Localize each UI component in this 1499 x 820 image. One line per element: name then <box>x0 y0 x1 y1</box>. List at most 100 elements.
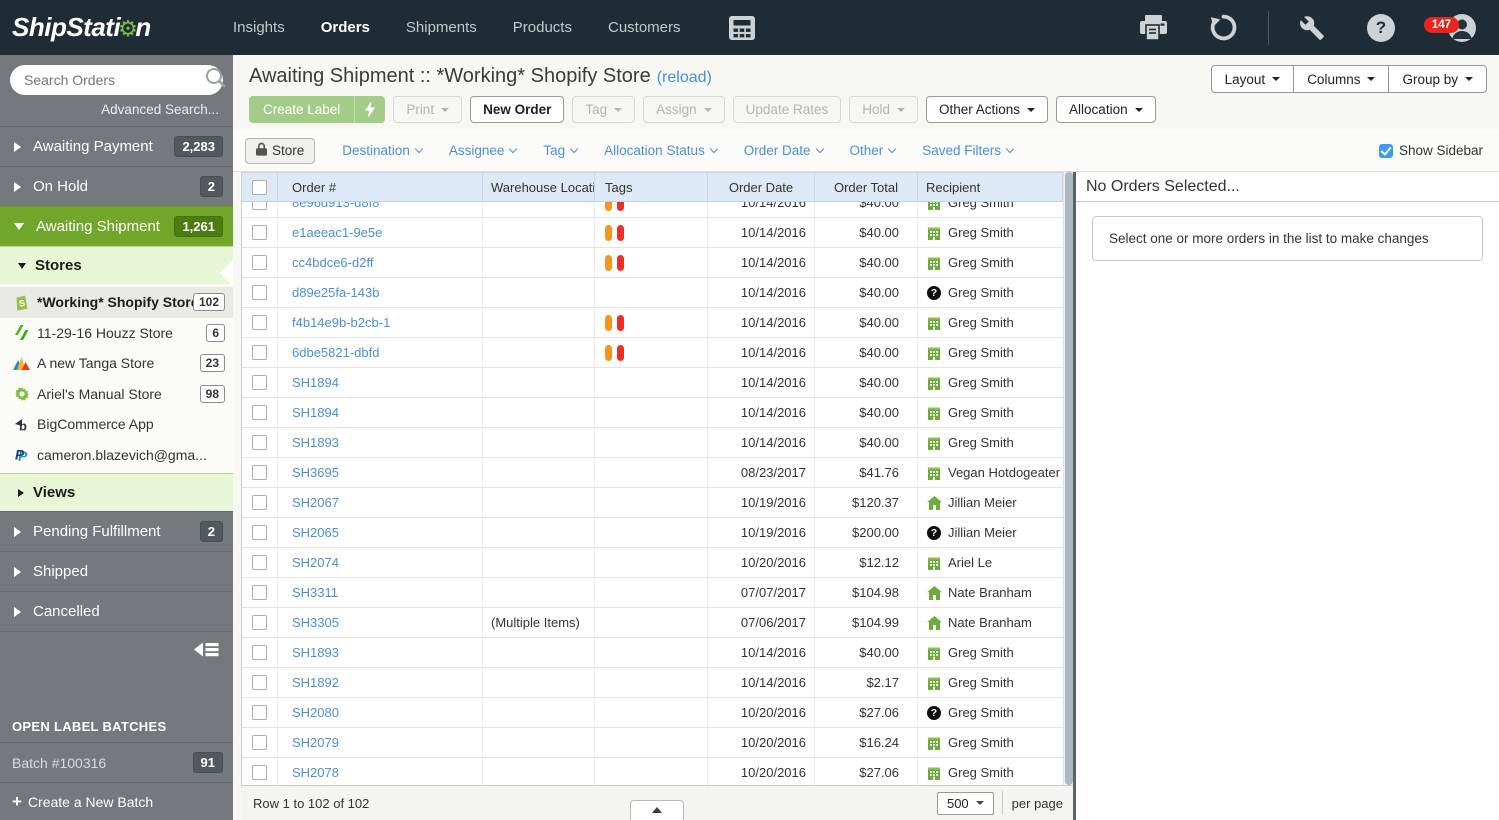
advanced-search-link[interactable]: Advanced Search... <box>0 97 233 126</box>
page-size-select[interactable]: 500 <box>937 792 994 815</box>
row-checkbox[interactable] <box>252 615 267 630</box>
lightning-bolt-icon[interactable] <box>355 96 385 123</box>
nav-item-products[interactable]: Products <box>513 19 572 36</box>
row-checkbox[interactable] <box>252 765 267 780</box>
order-number-link[interactable]: SH3695 <box>292 465 339 480</box>
filter-saved-filters[interactable]: Saved Filters <box>922 143 1013 158</box>
row-checkbox[interactable] <box>252 315 267 330</box>
row-checkbox[interactable] <box>252 585 267 600</box>
order-number-link[interactable]: SH2078 <box>292 765 339 780</box>
order-row[interactable]: SH189210/14/2016$2.17Greg Smith <box>242 668 1063 698</box>
collapse-sidebar-row[interactable] <box>0 631 233 671</box>
search-pill[interactable] <box>10 65 223 95</box>
sidebar-status-shipped[interactable]: Shipped <box>0 551 233 591</box>
store-item-bigcommerce-app[interactable]: bBigCommerce App <box>0 409 233 440</box>
row-checkbox[interactable] <box>252 375 267 390</box>
help-icon[interactable]: ? <box>1367 14 1395 42</box>
order-row[interactable]: cc4bdce6-d2ff10/14/2016$40.00Greg Smith <box>242 248 1063 278</box>
order-row[interactable]: SH207910/20/2016$16.24Greg Smith <box>242 728 1063 758</box>
refresh-icon[interactable] <box>1209 13 1238 42</box>
order-row[interactable]: SH206710/19/2016$120.37Jillian Meier <box>242 488 1063 518</box>
order-number-link[interactable]: SH1894 <box>292 405 339 420</box>
row-checkbox[interactable] <box>252 435 267 450</box>
row-checkbox[interactable] <box>252 202 267 210</box>
order-row[interactable]: SH3305(Multiple Items)07/06/2017$104.99N… <box>242 608 1063 638</box>
row-checkbox[interactable] <box>252 735 267 750</box>
store-item-cameron-blazevich-gma[interactable]: PPcameron.blazevich@gma... <box>0 440 233 471</box>
rate-calculator-icon[interactable] <box>729 16 755 40</box>
store-item-ariel-s-manual-store[interactable]: Ariel's Manual Store98 <box>0 379 233 410</box>
filter-order-date[interactable]: Order Date <box>744 143 823 158</box>
order-row[interactable]: SH189310/14/2016$40.00Greg Smith <box>242 638 1063 668</box>
order-row[interactable]: SH189310/14/2016$40.00Greg Smith <box>242 428 1063 458</box>
column-header-warehouse-location[interactable]: Warehouse Location <box>483 173 595 201</box>
nav-item-insights[interactable]: Insights <box>233 19 285 36</box>
columns-button[interactable]: Columns <box>1293 65 1389 93</box>
row-checkbox[interactable] <box>252 705 267 720</box>
order-number-link[interactable]: SH2080 <box>292 705 339 720</box>
batch-item-batch-100316[interactable]: Batch #10031691 <box>0 742 233 782</box>
column-header-order-total[interactable]: Order Total <box>815 173 918 201</box>
nav-item-orders[interactable]: Orders <box>321 19 370 36</box>
row-checkbox[interactable] <box>252 645 267 660</box>
order-number-link[interactable]: SH1894 <box>292 375 339 390</box>
scrollbar-thumb[interactable] <box>1065 172 1073 785</box>
order-number-link[interactable]: d89e25fa-143b <box>292 285 379 300</box>
order-number-link[interactable]: SH2067 <box>292 495 339 510</box>
order-number-link[interactable]: 6dbe5821-dbfd <box>292 345 379 360</box>
store-item-working-shopify-store[interactable]: S*Working* Shopify Store102 <box>0 287 233 318</box>
sidebar-status-pending-fulfillment[interactable]: Pending Fulfillment2 <box>0 511 233 551</box>
sidebar-status-awaiting-payment[interactable]: Awaiting Payment2,283 <box>0 126 233 166</box>
vertical-scrollbar[interactable] <box>1063 172 1073 785</box>
other-actions-button[interactable]: Other Actions <box>926 96 1048 123</box>
stores-section-header[interactable]: Stores <box>0 246 233 284</box>
order-number-link[interactable]: e1aeeac1-9e5e <box>292 225 382 240</box>
order-number-link[interactable]: SH1893 <box>292 435 339 450</box>
order-row[interactable]: 6dbe5821-dbfd10/14/2016$40.00Greg Smith <box>242 338 1063 368</box>
views-section-header[interactable]: Views <box>0 473 233 511</box>
collapse-sidebar-icon[interactable] <box>194 640 219 664</box>
checked-checkbox-icon[interactable] <box>1379 144 1393 158</box>
filter-tag[interactable]: Tag <box>543 143 577 158</box>
order-row[interactable]: 8e96d913-d8f810/14/2016$40.00Greg Smith <box>242 202 1063 218</box>
order-row[interactable]: SH206510/19/2016$200.00?Jillian Meier <box>242 518 1063 548</box>
nav-item-shipments[interactable]: Shipments <box>406 19 477 36</box>
row-checkbox[interactable] <box>252 285 267 300</box>
order-number-link[interactable]: 8e96d913-d8f8 <box>292 202 379 210</box>
row-checkbox[interactable] <box>252 345 267 360</box>
column-header-tags[interactable]: Tags <box>595 173 708 201</box>
order-row[interactable]: SH369508/23/2017$41.76Vegan Hotdogeater <box>242 458 1063 488</box>
row-checkbox[interactable] <box>252 225 267 240</box>
search-input[interactable] <box>24 72 205 88</box>
row-checkbox[interactable] <box>252 525 267 540</box>
filter-other[interactable]: Other <box>850 143 896 158</box>
order-row[interactable]: SH208010/20/2016$27.06?Greg Smith <box>242 698 1063 728</box>
filter-assignee[interactable]: Assignee <box>449 143 517 158</box>
shipstation-logo[interactable]: ShipStati⚙n <box>12 12 233 43</box>
order-row[interactable]: SH189410/14/2016$40.00Greg Smith <box>242 398 1063 428</box>
filter-destination[interactable]: Destination <box>342 143 422 158</box>
row-checkbox[interactable] <box>252 405 267 420</box>
store-filter-button[interactable]: Store <box>245 138 315 164</box>
order-number-link[interactable]: f4b14e9b-b2cb-1 <box>292 315 390 330</box>
row-checkbox[interactable] <box>252 465 267 480</box>
column-header-order[interactable]: Order # <box>278 173 483 201</box>
order-row[interactable]: d89e25fa-143b10/14/2016$40.00?Greg Smith <box>242 278 1063 308</box>
order-row[interactable]: SH207410/20/2016$12.12Ariel Le <box>242 548 1063 578</box>
notification-badge[interactable]: 147 <box>1424 17 1459 33</box>
sidebar-status-cancelled[interactable]: Cancelled <box>0 591 233 631</box>
sidebar-status-awaiting-shipment[interactable]: Awaiting Shipment1,261 <box>0 206 233 246</box>
order-number-link[interactable]: cc4bdce6-d2ff <box>292 255 373 270</box>
column-header-recipient[interactable]: Recipient <box>918 173 1063 201</box>
order-row[interactable]: SH207810/20/2016$27.06Greg Smith <box>242 758 1063 785</box>
order-number-link[interactable]: SH2065 <box>292 525 339 540</box>
reload-link[interactable]: (reload) <box>657 69 712 86</box>
new-order-button[interactable]: New Order <box>470 96 564 123</box>
print-queue-icon[interactable] <box>1140 15 1167 41</box>
order-row[interactable]: SH189410/14/2016$40.00Greg Smith <box>242 368 1063 398</box>
layout-button[interactable]: Layout <box>1211 65 1295 93</box>
store-item-a-new-tanga-store[interactable]: A new Tanga Store23 <box>0 348 233 379</box>
allocation-button[interactable]: Allocation <box>1056 96 1156 123</box>
order-number-link[interactable]: SH2074 <box>292 555 339 570</box>
order-number-link[interactable]: SH1893 <box>292 645 339 660</box>
